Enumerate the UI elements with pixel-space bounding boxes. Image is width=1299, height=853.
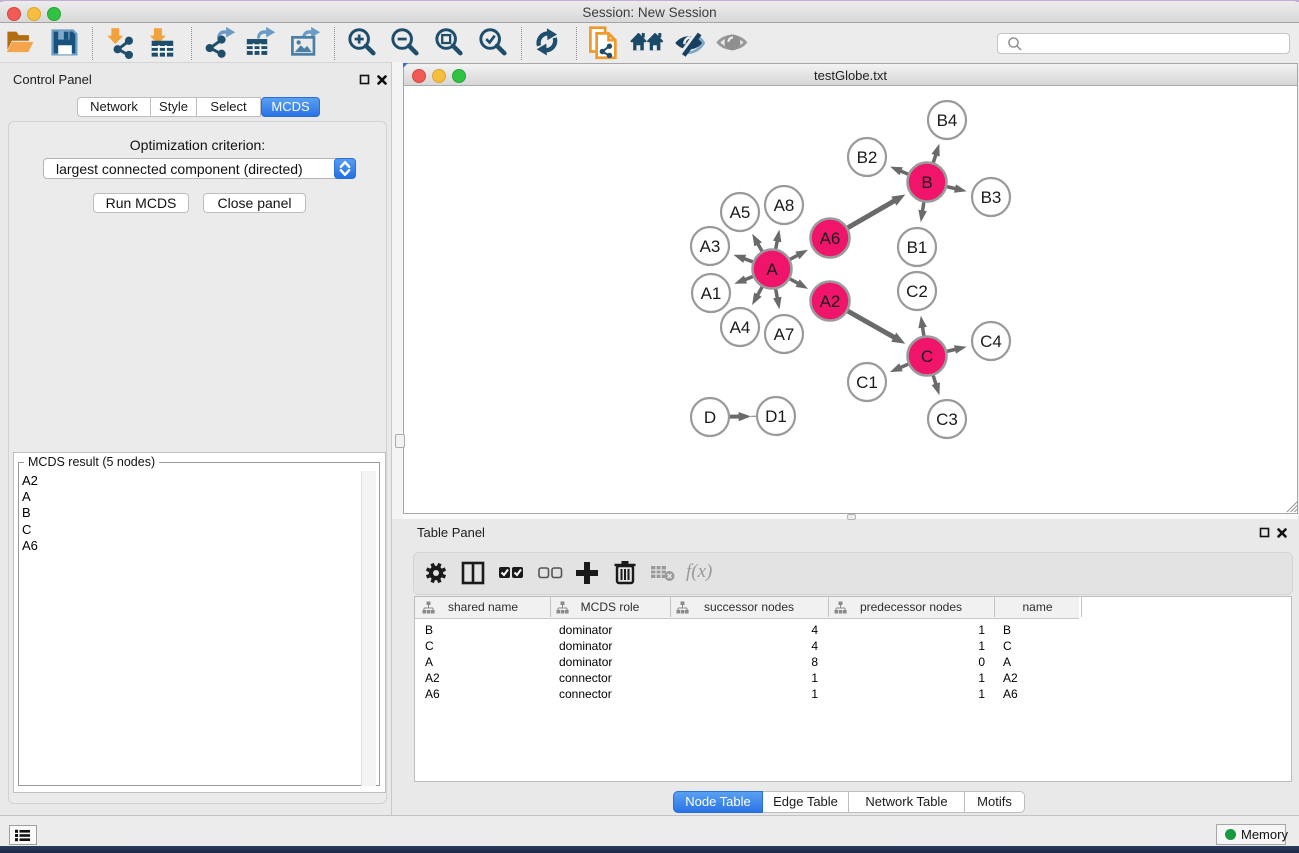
svg-text:A: A — [766, 260, 778, 279]
svg-text:C: C — [921, 347, 933, 366]
svg-text:B3: B3 — [981, 188, 1002, 207]
svg-text:A5: A5 — [730, 203, 751, 222]
svg-text:D: D — [704, 408, 716, 427]
svg-text:A3: A3 — [700, 237, 721, 256]
svg-text:B2: B2 — [857, 148, 878, 167]
svg-text:A7: A7 — [774, 325, 795, 344]
svg-text:C1: C1 — [856, 373, 878, 392]
svg-text:B: B — [921, 173, 932, 192]
svg-text:C3: C3 — [936, 410, 958, 429]
svg-text:C2: C2 — [906, 282, 928, 301]
svg-text:A2: A2 — [820, 292, 841, 311]
svg-text:B1: B1 — [907, 238, 928, 257]
svg-text:D1: D1 — [765, 407, 787, 426]
svg-text:C4: C4 — [980, 332, 1002, 351]
svg-text:B4: B4 — [937, 111, 958, 130]
svg-text:A4: A4 — [730, 318, 751, 337]
svg-text:A6: A6 — [820, 229, 841, 248]
svg-text:A8: A8 — [774, 196, 795, 215]
svg-text:A1: A1 — [701, 284, 722, 303]
